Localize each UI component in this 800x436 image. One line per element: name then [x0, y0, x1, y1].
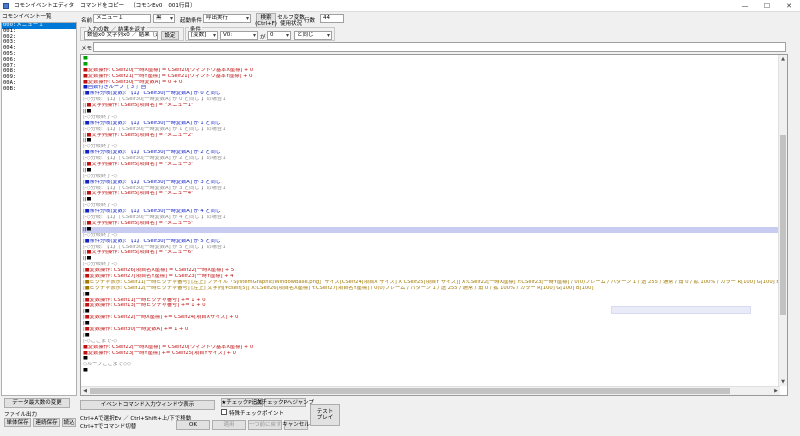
type-select[interactable]: 黒 — [153, 14, 175, 23]
scroll-right-icon[interactable]: ▶ — [772, 387, 780, 395]
window-title: コモンイベントエディタ — [14, 3, 75, 9]
line-count-field: 44 — [320, 14, 344, 23]
shortcut-hint-2: Ctrl+Tでコマンド切替 — [80, 424, 137, 430]
title-common-ev: 〔コモンEv0 — [130, 3, 163, 9]
batch-save-button[interactable]: 連続保存 — [33, 418, 60, 427]
start-condition-label: 起動条件 — [180, 18, 203, 24]
search-button[interactable]: 検索 (Ctrl+F) — [255, 13, 277, 28]
app-icon — [3, 3, 9, 9]
line-count-label: 行数 — [304, 18, 316, 24]
special-checkpoint-label: 特殊チェックポイント — [229, 411, 285, 417]
memo-input[interactable] — [93, 42, 786, 52]
minimize-button[interactable]: — — [734, 0, 756, 12]
file-output-label: ファイル出力 — [4, 412, 38, 418]
condition-ga-label: が — [260, 35, 266, 41]
change-max-data-button[interactable]: データ最大数の変更 — [4, 398, 70, 408]
maximize-button[interactable]: ☐ — [756, 0, 778, 12]
vertical-scroll-thumb[interactable] — [780, 135, 786, 315]
horizontal-scroll-thumb[interactable] — [90, 388, 730, 394]
command-line[interactable]: ■ — [82, 368, 778, 374]
vertical-scrollbar[interactable]: ▲ ▼ — [778, 55, 787, 386]
tooltip-ghost — [611, 306, 751, 314]
ok-button[interactable]: OK — [176, 420, 210, 430]
title-menu: コモンイベントエディタ コマンドをコピー 〔コモンEv0 001行目〕 — [14, 2, 195, 10]
undo-button[interactable]: 一つ前に戻す — [248, 420, 282, 430]
self-var-usage-button[interactable]: セルフ変数 使用状況 — [277, 13, 305, 28]
apply-button[interactable]: 適用 — [212, 420, 246, 430]
title-line-number: 001行目〕 — [168, 3, 196, 9]
condition-variable-select[interactable]: V0: — [220, 31, 258, 40]
special-checkpoint-checkbox[interactable] — [221, 409, 227, 415]
scroll-down-icon[interactable]: ▼ — [779, 378, 787, 386]
test-play-button[interactable]: テスト プレイ — [310, 404, 340, 426]
event-command-editor[interactable]: ■ ■ ■変数操作: CSelf20[一時X座標] = CSelf20[ウィンドウ基… — [80, 54, 788, 396]
common-event-list[interactable]: 000:メニュー１ 001: 002: 003: 004: 005: 006: 007: 008… — [1, 22, 77, 396]
name-label: 名前 — [81, 18, 93, 24]
command-lines[interactable]: ■ ■ ■変数操作: CSelf20[一時X座標] = CSelf20[ウィンドウ基… — [82, 56, 778, 374]
condition-compare-select[interactable]: と同じ — [294, 31, 332, 40]
name-input[interactable]: メニュー１ — [93, 14, 151, 23]
scroll-left-icon[interactable]: ◀ — [81, 387, 89, 395]
common-event-item[interactable]: 00B: — [2, 86, 76, 93]
load-button[interactable]: 読込 — [62, 418, 76, 427]
io-setting-button[interactable]: 設定 — [161, 31, 179, 40]
condition-number-field[interactable]: 0 — [267, 31, 291, 40]
common-event-list-header: コモンイベント一覧 — [2, 14, 52, 20]
single-save-button[interactable]: 単体保存 — [4, 418, 31, 427]
memo-label: メモ — [81, 46, 93, 52]
title-bar: コモンイベントエディタ コマンドをコピー 〔コモンEv0 001行目〕 — ☐ … — [0, 0, 800, 12]
shortcut-hint-1: Ctrl+Aで選択Ev ／ Ctrl+Shift+上/下で移動 — [80, 416, 192, 422]
scroll-up-icon[interactable]: ▲ — [779, 55, 787, 63]
start-condition-select[interactable]: 呼出実行 — [203, 14, 251, 23]
common-event-panel: コモンイベント一覧 000:メニュー１ 001: 002: 003: 004: 005: 0… — [0, 13, 77, 396]
show-command-window-button[interactable]: イベントコマンド入力ウィンドウ表示 — [80, 400, 215, 410]
cancel-button[interactable]: キャンセル — [282, 420, 310, 430]
menu-copy-command[interactable]: コマンドをコピー — [80, 2, 124, 10]
jump-checkpoint-button[interactable]: 次チェックPへジャンプ — [256, 398, 314, 407]
condition-operator-select[interactable]: [変数] — [188, 31, 218, 40]
horizontal-scrollbar[interactable]: ◀ ▶ — [81, 386, 780, 395]
close-button[interactable]: ✕ — [778, 0, 800, 12]
io-summary-field: 数値x0 文字列x0 ／ 結果［返さない］ — [84, 31, 158, 40]
